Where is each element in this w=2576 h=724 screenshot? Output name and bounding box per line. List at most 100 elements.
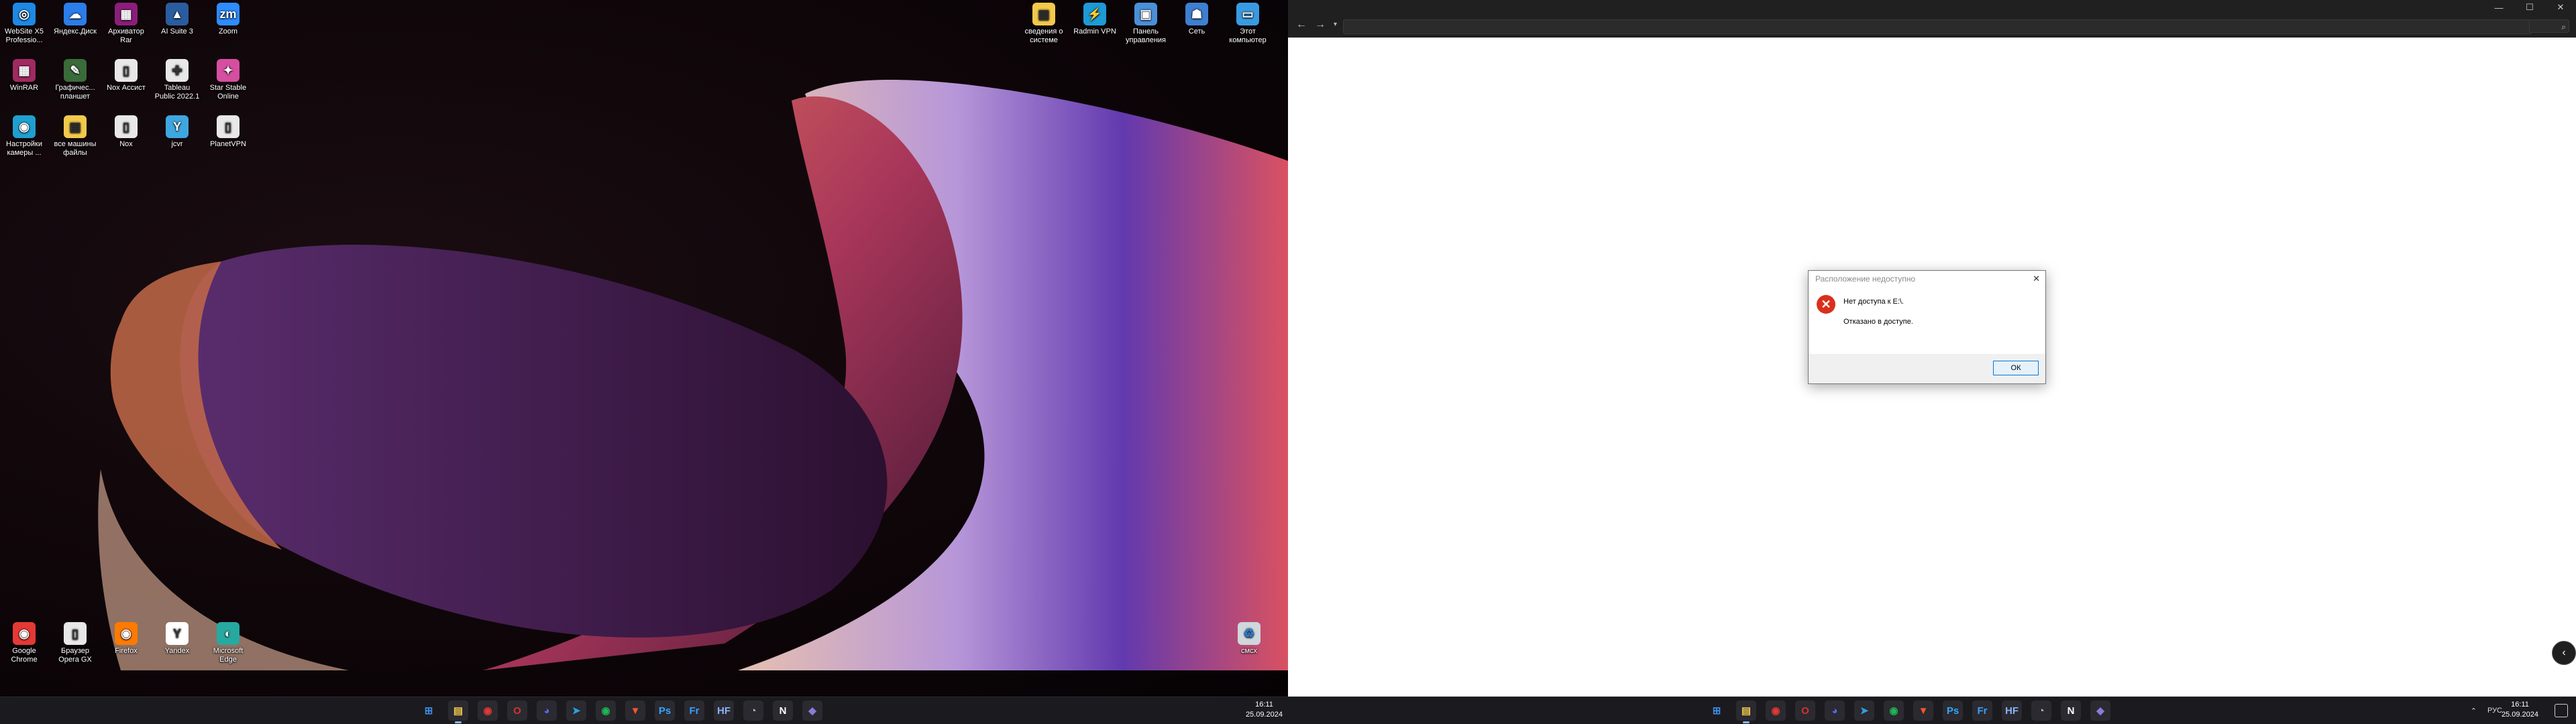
desktop-icon[interactable]: ⚡ Radmin VPN	[1072, 3, 1118, 36]
desktop-icon[interactable]: ☗ Сеть	[1174, 3, 1220, 36]
taskbar-app-gauge-icon[interactable]: ◔	[743, 701, 763, 721]
close-button[interactable]: ✕	[2545, 0, 2576, 15]
recycle-bin-label: смсх	[1240, 647, 1258, 655]
taskbar-left: ⊞ ▤ ◉ O ◕ ➤ ◉ ▼ Ps Fr HF ◔ N ◆ 16:11 25.09.2024	[0, 697, 1288, 724]
taskbar-notion-icon[interactable]: N	[773, 701, 793, 721]
taskbar-fresco-icon[interactable]: Fr	[1972, 701, 1992, 721]
taskbar-photoshop-icon[interactable]: Ps	[655, 701, 675, 721]
taskbar-opera-icon[interactable]: O	[1795, 701, 1815, 721]
taskbar-file-explorer-icon[interactable]: ▤	[448, 701, 468, 723]
taskbar-app-hw-icon[interactable]: HF	[2002, 701, 2022, 721]
app-icon: ⚡	[1083, 3, 1106, 25]
desktop-icon-label: Tableau Public 2022.1	[154, 84, 200, 101]
taskbar-app-gauge-icon[interactable]: ◔	[2031, 701, 2051, 721]
desktop-icon[interactable]: ▲ AI Suite 3	[154, 3, 200, 36]
dialog-message-primary: Нет доступа к E:\.	[1843, 298, 1904, 306]
desktop-icon[interactable]: Yjcvr	[154, 115, 200, 149]
desktop-icon[interactable]: ☁ Яндекс.Диск	[52, 3, 98, 36]
taskbar-spotify-icon[interactable]: ◉	[596, 701, 616, 721]
floating-action-icon[interactable]: ‹	[2552, 641, 2576, 665]
chevron-down-icon[interactable]: ▾	[1334, 21, 1337, 31]
desktop-icon[interactable]: ◐ Microsoft Edge	[205, 622, 251, 664]
taskbar-telegram-icon[interactable]: ➤	[1854, 701, 1874, 721]
language-indicator[interactable]: РУС	[2487, 707, 2502, 715]
desktop-icon[interactable]: ◉ Firefox	[103, 622, 149, 656]
app-icon: ▯	[64, 622, 87, 645]
dialog-close-icon[interactable]: ✕	[2033, 271, 2040, 287]
search-input[interactable]: ⌕	[2529, 19, 2569, 33]
clock-date: 25.09.2024	[1245, 711, 1283, 719]
desktop-icon[interactable]: ▯ Nox	[103, 115, 149, 149]
taskbar-chrome-icon[interactable]: ◉	[1766, 701, 1786, 721]
desktop-icon-label: WebSite X5 Professio...	[5, 27, 44, 44]
desktop-icon[interactable]: ▯ Nox Ассист	[103, 59, 149, 93]
taskbar-brave-icon[interactable]: ▼	[625, 701, 645, 721]
desktop-icon-label: AI Suite 3	[161, 27, 193, 36]
app-icon: ◉	[115, 622, 138, 645]
desktop-icon-label: Nox Ассист	[107, 84, 146, 92]
tray-chevron-icon[interactable]: ⌃	[2471, 707, 2477, 715]
taskbar-photoshop-icon[interactable]: Ps	[1943, 701, 1963, 721]
desktop-icon[interactable]: ▣ Панель управления	[1123, 3, 1169, 45]
taskbar-clock-left[interactable]: 16:11 25.09.2024	[1246, 700, 1283, 720]
desktop-icon-label: сведения о системе	[1024, 27, 1063, 44]
app-icon: ▣	[1134, 3, 1157, 25]
notification-icon[interactable]	[2555, 704, 2568, 717]
recycle-bin[interactable]: ♻ смсх	[1226, 622, 1272, 656]
app-icon: ✚	[166, 59, 189, 82]
taskbar-fresco-icon[interactable]: Fr	[684, 701, 704, 721]
taskbar-brave-icon[interactable]: ▼	[1913, 701, 1933, 721]
taskbar-telegram-icon[interactable]: ➤	[566, 701, 586, 721]
desktop-icon[interactable]: ✦ Star Stable Online	[205, 59, 251, 101]
taskbar-app-purple-icon[interactable]: ◆	[802, 701, 822, 721]
right-monitor: — ☐ ✕ ← → ▾ ⌕ Расположение недоступно ✕ …	[1288, 0, 2576, 724]
app-icon: ▦	[115, 3, 138, 25]
desktop-icon[interactable]: Y Yandex	[154, 622, 200, 656]
taskbar-clock-right[interactable]: 16:11 25.09.2024	[2502, 700, 2538, 720]
taskbar-start-icon[interactable]: ⊞	[1707, 701, 1727, 721]
desktop-icon[interactable]: ▦ WinRAR	[1, 59, 47, 93]
desktop-icon-label: Панель управления	[1126, 27, 1166, 44]
desktop-icon[interactable]: ✚ Tableau Public 2022.1	[154, 59, 200, 101]
ok-button[interactable]: ОК	[1993, 361, 2039, 375]
desktop-icon-label: Графичес... планшет	[55, 84, 95, 101]
desktop-icon[interactable]: zm Zoom	[205, 3, 251, 36]
taskbar-file-explorer-icon[interactable]: ▤	[1736, 701, 1756, 723]
minimize-button[interactable]: —	[2483, 0, 2514, 15]
taskbar-app-purple-icon[interactable]: ◆	[2090, 701, 2110, 721]
left-monitor: ◎ WebSite X5 Professio... ☁ Яндекс.Диск ▦ Арх…	[0, 0, 1288, 724]
taskbar-opera-icon[interactable]: O	[507, 701, 527, 721]
taskbar-discord-icon[interactable]: ◕	[1825, 701, 1845, 721]
forward-arrow-icon[interactable]: →	[1315, 19, 1326, 31]
desktop-icon[interactable]: ▭ Этот компьютер	[1225, 3, 1271, 45]
address-bar[interactable]	[1343, 19, 2532, 34]
desktop-icon-label: Яндекс.Диск	[54, 27, 97, 36]
taskbar-app-hw-icon[interactable]: HF	[714, 701, 734, 721]
back-arrow-icon[interactable]: ←	[1296, 19, 1307, 31]
desktop-icon[interactable]: ◎ WebSite X5 Professio...	[1, 3, 47, 45]
app-icon: ✦	[217, 59, 239, 82]
desktop-icon[interactable]: ▤ все машины файлы	[52, 115, 98, 158]
taskbar-start-icon[interactable]: ⊞	[419, 701, 439, 721]
taskbar-spotify-icon[interactable]: ◉	[1884, 701, 1904, 721]
desktop-icon[interactable]: ✎ Графичес... планшет	[52, 59, 98, 101]
clock-time: 16:11	[2511, 701, 2529, 709]
app-icon: ▯	[115, 115, 138, 138]
desktop-icon[interactable]: ◉ Google Chrome	[1, 622, 47, 664]
app-icon: ◉	[13, 622, 36, 645]
app-icon: ◎	[13, 3, 36, 25]
desktop-icon-label: Архиватор Rar	[108, 27, 144, 44]
desktop-icon[interactable]: ▤ сведения о системе	[1021, 3, 1067, 45]
search-icon: ⌕	[2561, 22, 2566, 32]
taskbar-apps-left: ⊞ ▤ ◉ O ◕ ➤ ◉ ▼ Ps Fr HF ◔ N ◆	[419, 697, 822, 724]
window-controls: — ☐ ✕	[2483, 0, 2576, 15]
maximize-button[interactable]: ☐	[2514, 0, 2545, 15]
taskbar-chrome-icon[interactable]: ◉	[478, 701, 498, 721]
desktop-icon[interactable]: ▦ Архиватор Rar	[103, 3, 149, 45]
desktop-icon[interactable]: ▯ Браузер Opera GX	[52, 622, 98, 664]
desktop-icon-label: Google Chrome	[11, 647, 38, 664]
desktop-icon[interactable]: ▯ PlanetVPN	[205, 115, 251, 149]
taskbar-notion-icon[interactable]: N	[2061, 701, 2081, 721]
desktop-icon[interactable]: ◉ Настройки камеры ...	[1, 115, 47, 158]
taskbar-discord-icon[interactable]: ◕	[537, 701, 557, 721]
